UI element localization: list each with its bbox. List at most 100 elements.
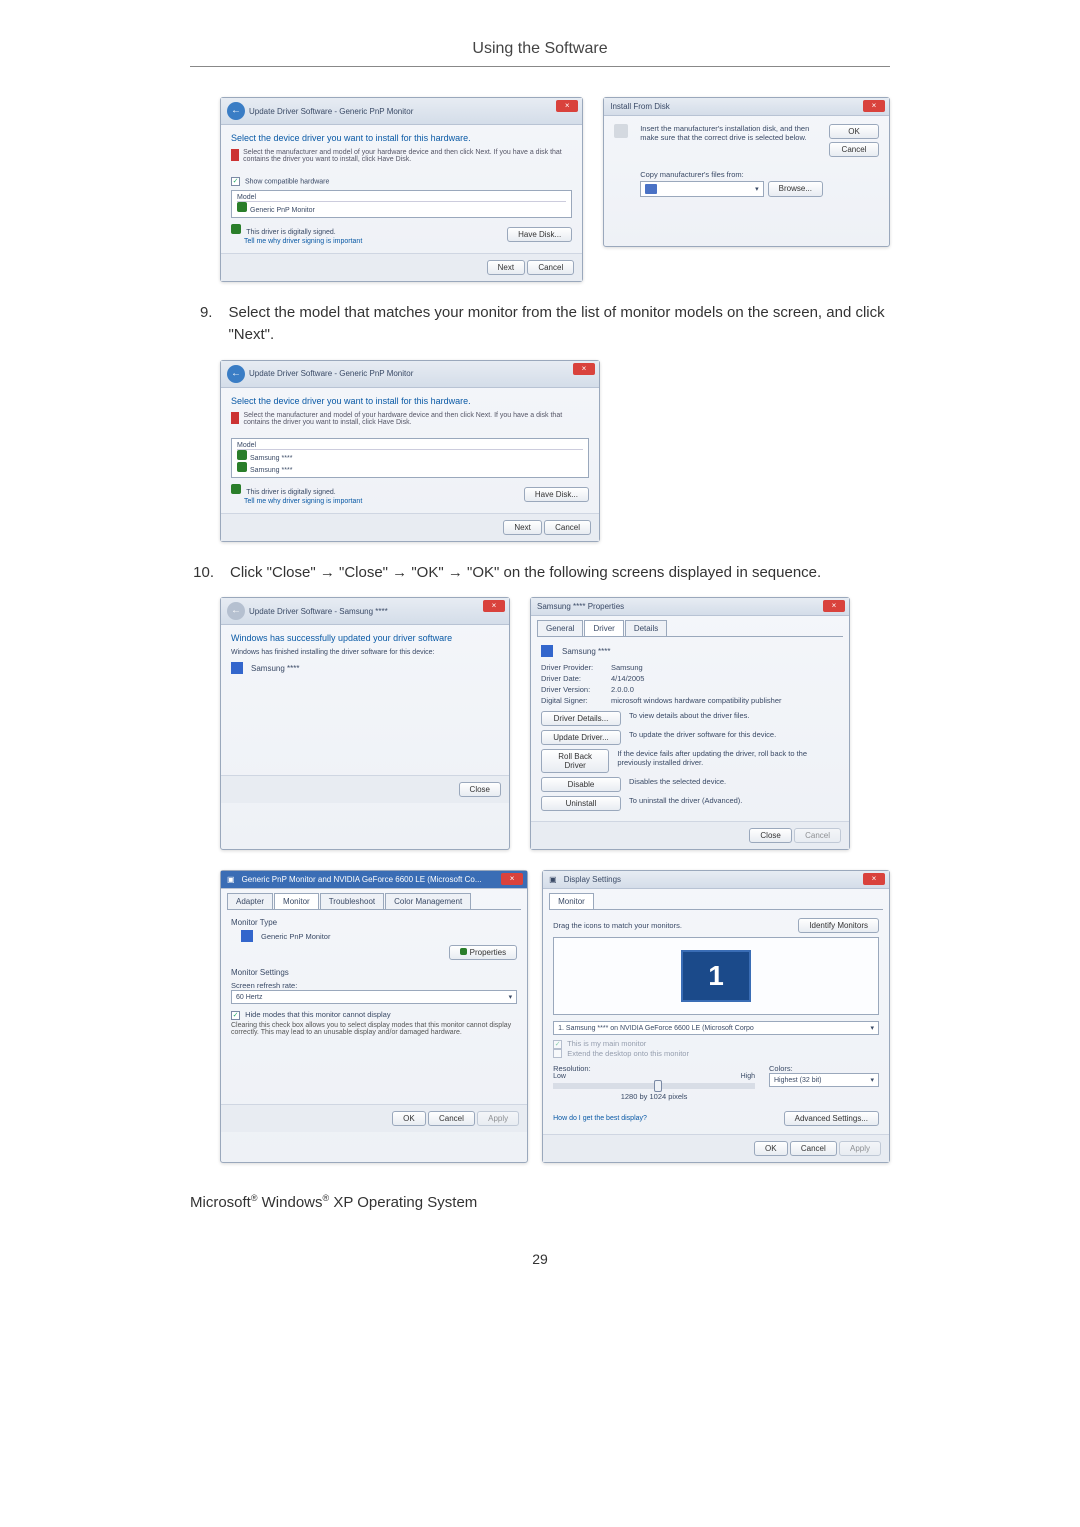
- close-icon[interactable]: ×: [863, 873, 885, 885]
- next-button[interactable]: Next: [503, 520, 541, 535]
- cancel-button[interactable]: Cancel: [527, 260, 574, 275]
- update-driver-button[interactable]: Update Driver...: [541, 730, 621, 745]
- shield-icon: [231, 224, 241, 234]
- drag-label: Drag the icons to match your monitors.: [553, 921, 682, 930]
- tab-monitor[interactable]: Monitor: [549, 893, 594, 909]
- signed-text: This driver is digitally signed.: [246, 229, 335, 236]
- title-underline: [190, 66, 890, 67]
- checkbox-hide-modes[interactable]: [231, 1011, 240, 1020]
- provider-value: Samsung: [611, 663, 643, 672]
- monitor-preview[interactable]: 1: [681, 950, 751, 1002]
- checkbox-extend: [553, 1049, 562, 1058]
- advanced-button[interactable]: Advanced Settings...: [784, 1111, 879, 1126]
- screenshot-row-4: × ▣ Generic PnP Monitor and NVIDIA GeFor…: [190, 870, 890, 1163]
- colors-value: Highest (32 bit): [774, 1077, 821, 1084]
- device-icon: [541, 645, 553, 657]
- browse-button[interactable]: Browse...: [768, 181, 823, 197]
- ok-button[interactable]: OK: [392, 1111, 426, 1126]
- back-icon[interactable]: ←: [227, 102, 245, 120]
- uninstall-button[interactable]: Uninstall: [541, 796, 621, 811]
- back-icon[interactable]: ←: [227, 365, 245, 383]
- properties-button[interactable]: Properties: [449, 945, 517, 960]
- titlebar: ← Update Driver Software - Samsung ****: [221, 598, 509, 625]
- path-dropdown[interactable]: ▾: [640, 181, 763, 197]
- cancel-button[interactable]: Cancel: [428, 1111, 475, 1126]
- refresh-dropdown[interactable]: 60 Hertz▾: [231, 990, 517, 1004]
- ok-button[interactable]: OK: [754, 1141, 788, 1156]
- titlebar: ▣ Generic PnP Monitor and NVIDIA GeForce…: [221, 871, 527, 889]
- close-icon[interactable]: ×: [863, 100, 885, 112]
- window-update-driver-1: × ← Update Driver Software - Generic PnP…: [220, 97, 583, 282]
- details-desc: To view details about the driver files.: [629, 711, 749, 726]
- shield-icon: [237, 450, 247, 460]
- window-monitor-properties: × ▣ Generic PnP Monitor and NVIDIA GeFor…: [220, 870, 528, 1163]
- window-update-success: × ← Update Driver Software - Samsung ***…: [220, 597, 510, 850]
- titlebar: ← Update Driver Software - Generic PnP M…: [221, 98, 582, 125]
- ok-button[interactable]: OK: [829, 124, 879, 139]
- shield-icon: [237, 202, 247, 212]
- model-listbox[interactable]: Model Samsung **** Samsung ****: [231, 438, 589, 478]
- titlebar: Samsung **** Properties: [531, 598, 849, 616]
- window-device-properties: × Samsung **** Properties General Driver…: [530, 597, 850, 850]
- have-disk-button[interactable]: Have Disk...: [524, 487, 589, 502]
- apply-button: Apply: [839, 1141, 881, 1156]
- rollback-button[interactable]: Roll Back Driver: [541, 749, 609, 773]
- close-icon[interactable]: ×: [556, 100, 578, 112]
- cancel-button[interactable]: Cancel: [829, 142, 879, 157]
- hide-modes-desc: Clearing this check box allows you to se…: [231, 1022, 517, 1036]
- next-button[interactable]: Next: [487, 260, 525, 275]
- monitor-settings-label: Monitor Settings: [231, 968, 517, 977]
- monitor-type-label: Monitor Type: [231, 918, 517, 927]
- resolution-slider[interactable]: [553, 1083, 755, 1089]
- cancel-button[interactable]: Cancel: [790, 1141, 837, 1156]
- tab-general[interactable]: General: [537, 620, 583, 636]
- close-icon[interactable]: ×: [573, 363, 595, 375]
- colors-dropdown[interactable]: Highest (32 bit) ▾: [769, 1073, 879, 1087]
- model-item: Samsung ****: [250, 467, 292, 474]
- message: Insert the manufacturer's installation d…: [640, 124, 823, 142]
- close-button[interactable]: Close: [749, 828, 791, 843]
- device-value: 1. Samsung **** on NVIDIA GeForce 6600 L…: [558, 1025, 754, 1032]
- model-listbox[interactable]: Model Generic PnP Monitor: [231, 190, 572, 218]
- tab-color[interactable]: Color Management: [385, 893, 471, 909]
- device-dropdown[interactable]: 1. Samsung **** on NVIDIA GeForce 6600 L…: [553, 1021, 879, 1035]
- window-update-driver-2: × ← Update Driver Software - Generic PnP…: [220, 360, 600, 542]
- close-icon[interactable]: ×: [501, 873, 523, 885]
- subtext: Windows has finished installing the driv…: [231, 649, 499, 656]
- tab-monitor[interactable]: Monitor: [274, 893, 319, 909]
- tell-me-link[interactable]: Tell me why driver signing is important: [244, 498, 362, 505]
- driver-details-button[interactable]: Driver Details...: [541, 711, 621, 726]
- have-disk-button[interactable]: Have Disk...: [507, 227, 572, 242]
- shield-icon: [231, 484, 241, 494]
- close-icon[interactable]: ×: [823, 600, 845, 612]
- window-title: Display Settings: [564, 875, 621, 884]
- identify-button[interactable]: Identify Monitors: [798, 918, 879, 933]
- shield-icon: [460, 948, 467, 955]
- cancel-button[interactable]: Cancel: [544, 520, 591, 535]
- window-install-from-disk: × Install From Disk Insert the manufactu…: [603, 97, 890, 247]
- signed-text: This driver is digitally signed.: [246, 489, 335, 496]
- close-button[interactable]: Close: [459, 782, 501, 797]
- apply-button: Apply: [477, 1111, 519, 1126]
- chevron-down-icon: ▾: [870, 1076, 874, 1084]
- tab-driver[interactable]: Driver: [584, 620, 623, 636]
- best-display-link[interactable]: How do I get the best display?: [553, 1115, 647, 1122]
- close-icon[interactable]: ×: [483, 600, 505, 612]
- disk-icon: [614, 124, 628, 138]
- copy-label: Copy manufacturer's files from:: [640, 170, 823, 179]
- tab-details[interactable]: Details: [625, 620, 667, 636]
- chevron-down-icon: ▾: [509, 993, 513, 1001]
- app-icon: ▣: [227, 875, 235, 884]
- footer-os-text: Microsoft® Windows® XP Operating System: [190, 1193, 890, 1211]
- checkbox-compat[interactable]: [231, 177, 240, 186]
- resolution-value: 1280 by 1024 pixels: [553, 1092, 755, 1101]
- window-title: Update Driver Software - Generic PnP Mon…: [249, 369, 413, 378]
- disable-desc: Disables the selected device.: [629, 777, 726, 792]
- subtext: Select the manufacturer and model of you…: [243, 412, 589, 426]
- tab-adapter[interactable]: Adapter: [227, 893, 273, 909]
- page-title: Using the Software: [190, 40, 890, 58]
- tab-troubleshoot[interactable]: Troubleshoot: [320, 893, 384, 909]
- window-title: Update Driver Software - Generic PnP Mon…: [249, 107, 413, 116]
- tell-me-link[interactable]: Tell me why driver signing is important: [244, 238, 362, 245]
- disable-button[interactable]: Disable: [541, 777, 621, 792]
